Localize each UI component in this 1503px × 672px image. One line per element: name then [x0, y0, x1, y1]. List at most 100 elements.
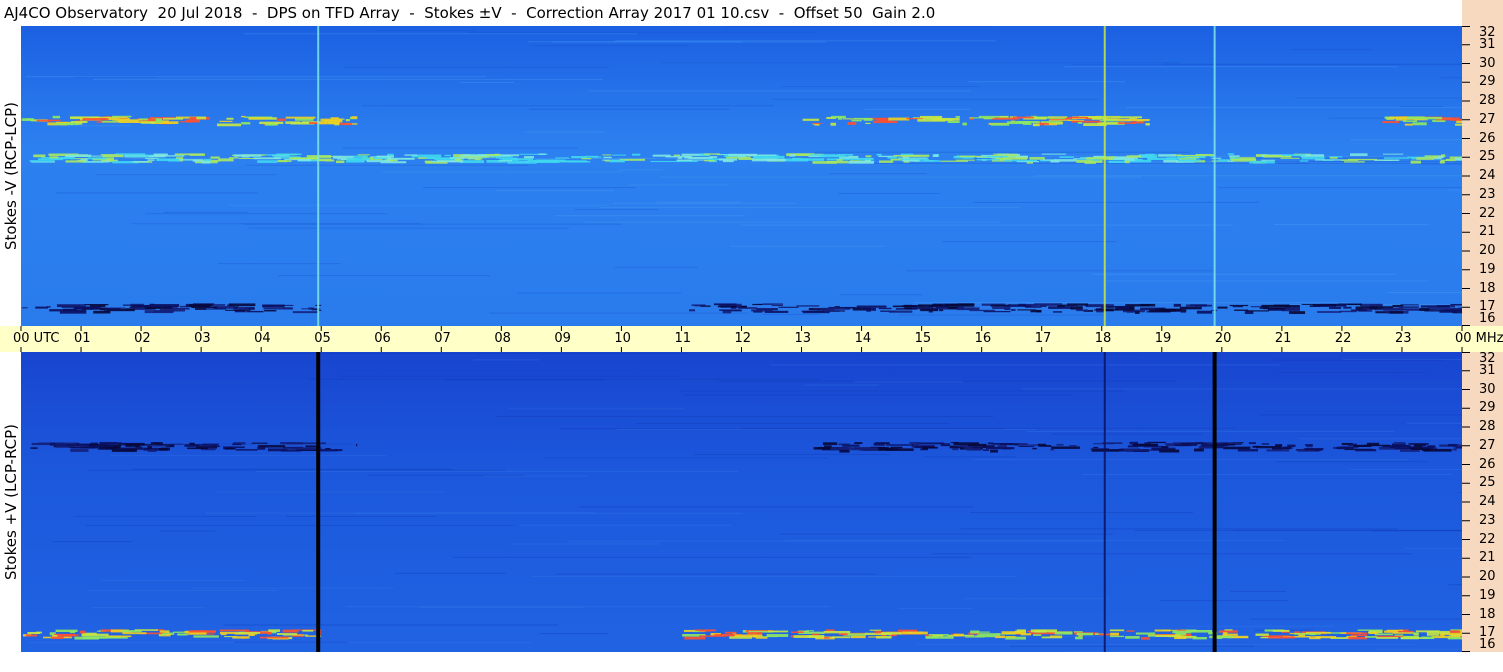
- time-tick-label: 14: [854, 331, 872, 346]
- band-segment: [1347, 303, 1362, 306]
- band-segment: [1017, 309, 1037, 311]
- band-segment: [278, 160, 287, 163]
- band-segment: [952, 303, 975, 306]
- noise-streak: [51, 541, 134, 543]
- noise-streak: [628, 184, 729, 186]
- band-segment: [952, 447, 959, 451]
- band-segment: [177, 633, 189, 636]
- band-segment: [1343, 306, 1352, 309]
- band-segment: [1018, 303, 1026, 307]
- band-segment: [51, 636, 64, 640]
- band-segment: [1125, 636, 1140, 639]
- band-segment: [926, 636, 939, 638]
- noise-streak: [612, 202, 796, 204]
- freq-tick-label: 24: [1479, 494, 1496, 509]
- noise-streak: [1349, 468, 1462, 470]
- band-segment: [366, 159, 390, 163]
- band-segment: [259, 636, 289, 639]
- band-segment: [699, 630, 711, 632]
- band-segment: [834, 306, 840, 308]
- noise-streak: [1370, 530, 1462, 532]
- band-segment: [1174, 444, 1198, 446]
- noise-streak: [679, 390, 1126, 392]
- freq-tick-label: 20: [1479, 569, 1496, 584]
- band-segment: [229, 157, 239, 159]
- noise-streak: [730, 245, 886, 247]
- freq-tick-label: 27: [1479, 437, 1496, 453]
- band-segment: [1127, 445, 1139, 448]
- noise-streak: [382, 171, 624, 173]
- band-segment: [1092, 159, 1100, 161]
- band-segment: [992, 443, 1014, 445]
- band-segment: [1124, 160, 1130, 164]
- band-segment: [135, 444, 152, 446]
- freq-tick-label: 19: [1479, 587, 1496, 603]
- band-segment: [147, 159, 155, 161]
- noise-streak: [489, 312, 749, 314]
- noise-streak: [1406, 422, 1462, 424]
- band-segment: [1093, 443, 1114, 445]
- band-segment: [1075, 636, 1083, 640]
- band-segment: [35, 631, 42, 634]
- noise-streak: [340, 375, 681, 377]
- spectrogram-top[interactable]: [21, 26, 1462, 326]
- band-segment: [99, 446, 118, 449]
- noise-streak: [684, 394, 1074, 396]
- band-segment: [823, 630, 851, 634]
- band-segment: [1179, 306, 1202, 310]
- band-segment: [771, 304, 783, 307]
- noise-streak: [95, 174, 276, 176]
- time-tick-label: 00 UTC: [13, 331, 60, 346]
- band-segment: [1410, 160, 1422, 164]
- band-segment: [1386, 118, 1395, 120]
- band-segment: [79, 630, 86, 634]
- band-segment: [1455, 447, 1462, 449]
- band-segment: [70, 446, 99, 449]
- band-segment: [111, 448, 137, 452]
- noise-streak: [1033, 175, 1462, 177]
- noise-streak: [1350, 139, 1462, 141]
- band-segment: [689, 309, 696, 312]
- noise-streak: [74, 515, 257, 517]
- band-segment: [1014, 444, 1041, 446]
- band-segment: [922, 446, 938, 449]
- band-segment: [1129, 449, 1154, 451]
- band-segment: [874, 119, 885, 121]
- band-segment: [1336, 446, 1354, 450]
- noise-streak: [961, 598, 1110, 600]
- spectrogram-bottom[interactable]: [21, 352, 1462, 652]
- band-segment: [1035, 303, 1057, 306]
- band-segment: [893, 154, 921, 157]
- band-segment: [1145, 123, 1150, 126]
- band-segment: [793, 635, 820, 638]
- band-segment: [890, 446, 903, 449]
- time-tick-label: 16: [974, 331, 992, 346]
- noise-streak: [530, 575, 1016, 577]
- band-segment: [216, 123, 241, 127]
- noise-streak: [1091, 273, 1396, 275]
- band-segment: [900, 153, 914, 155]
- noise-streak: [215, 491, 444, 493]
- band-segment: [1085, 304, 1114, 307]
- band-segment: [555, 157, 569, 159]
- band-segment: [283, 634, 308, 636]
- band-segment: [1001, 157, 1028, 160]
- band-segment: [704, 153, 721, 155]
- band-segment: [970, 630, 980, 634]
- band-segment: [1219, 442, 1241, 444]
- band-segment: [345, 119, 350, 122]
- band-segment: [1093, 446, 1099, 449]
- noise-streak: [511, 543, 661, 545]
- noise-streak: [804, 384, 879, 386]
- band-segment: [665, 155, 692, 158]
- band-segment: [870, 310, 876, 312]
- band-segment: [874, 630, 882, 634]
- band-segment: [1281, 154, 1306, 156]
- band-segment: [33, 154, 46, 158]
- band-segment: [1301, 303, 1321, 305]
- band-segment: [1249, 160, 1275, 164]
- band-segment: [1224, 629, 1233, 631]
- band-segment: [812, 123, 823, 125]
- noise-streak: [1276, 461, 1427, 463]
- band-segment: [1273, 447, 1293, 449]
